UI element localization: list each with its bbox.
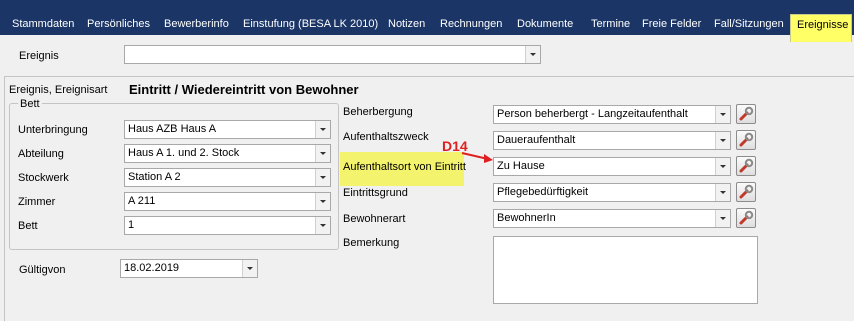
unterbringung-label: Unterbringung: [18, 124, 88, 136]
tab-dokumente[interactable]: Dokumente: [511, 14, 579, 34]
aufenthaltszweck-value: Daueraufenthalt: [497, 134, 576, 146]
chevron-down-icon[interactable]: [715, 106, 730, 123]
arrow-right-icon: [461, 152, 493, 163]
tab-stammdaten[interactable]: Stammdaten: [6, 14, 80, 34]
eintrittsgrund-value: Pflegebedürftigkeit: [497, 186, 589, 198]
chevron-down-icon[interactable]: [315, 217, 330, 234]
bemerkung-textarea[interactable]: [493, 236, 758, 304]
beherbergung-value: Person beherbergt - Langzeitaufenthalt: [497, 108, 688, 120]
eintrittsgrund-select[interactable]: Pflegebedürftigkeit: [493, 183, 731, 202]
wrench-icon[interactable]: [736, 208, 756, 228]
chevron-down-icon[interactable]: [315, 145, 330, 162]
bewohnerart-label: Bewohnerart: [343, 213, 406, 225]
beherbergung-label: Beherbergung: [343, 106, 413, 118]
wrench-icon[interactable]: [736, 104, 756, 124]
aufenthaltsort-label: Aufenthaltsort von Eintritt: [343, 161, 466, 173]
ereignis-label: Ereignis: [19, 50, 59, 62]
gueltig-value: 18.02.2019: [124, 262, 180, 274]
wrench-icon[interactable]: [736, 130, 756, 150]
chevron-down-icon[interactable]: [315, 169, 330, 186]
wrench-icon[interactable]: [736, 156, 756, 176]
eintrittsgrund-label: Eintrittsgrund: [343, 187, 408, 199]
abteilung-value: Haus A 1. und 2. Stock: [128, 147, 240, 159]
bemerkung-label: Bemerkung: [343, 237, 400, 249]
chevron-down-icon[interactable]: [525, 46, 540, 63]
beherbergung-select[interactable]: Person beherbergt - Langzeitaufenthalt: [493, 105, 731, 124]
chevron-down-icon[interactable]: [315, 121, 330, 138]
bett-group-title: Bett: [18, 98, 42, 110]
bett-value: 1: [128, 219, 135, 231]
chevron-down-icon[interactable]: [715, 210, 730, 227]
tab-fall-sitzungen[interactable]: Fall/Sitzungen: [708, 14, 790, 34]
zimmer-label: Zimmer: [18, 196, 56, 208]
stockwerk-select[interactable]: Station A 2: [124, 168, 331, 187]
chevron-down-icon[interactable]: [715, 132, 730, 149]
abteilung-select[interactable]: Haus A 1. und 2. Stock: [124, 144, 331, 163]
tab-ereignisse[interactable]: Ereignisse: [790, 14, 852, 42]
bett-select[interactable]: 1: [124, 216, 331, 235]
tab-rechnungen[interactable]: Rechnungen: [434, 14, 508, 34]
unterbringung-value: Haus AZB Haus A: [128, 123, 217, 135]
chevron-down-icon[interactable]: [242, 260, 257, 277]
tab-termine[interactable]: Termine: [585, 14, 636, 34]
zimmer-select[interactable]: A 211: [124, 192, 331, 211]
tab-notizen[interactable]: Notizen: [382, 14, 431, 34]
chevron-down-icon[interactable]: [715, 184, 730, 201]
aufenthaltsort-value: Zu Hause: [497, 160, 545, 172]
stockwerk-label: Stockwerk: [18, 172, 69, 184]
tab-bewerberinfo[interactable]: Bewerberinfo: [158, 14, 235, 34]
zimmer-value: A 211: [128, 195, 156, 207]
stockwerk-value: Station A 2: [128, 171, 181, 183]
aufenthaltsort-select[interactable]: Zu Hause: [493, 157, 731, 176]
gueltig-label: Gültigvon: [19, 264, 66, 276]
wrench-icon[interactable]: [736, 182, 756, 202]
ereignis-select[interactable]: [124, 45, 541, 64]
gueltig-date-field[interactable]: 18.02.2019: [120, 259, 258, 278]
section-label: Ereignis, Ereignisart: [9, 84, 108, 96]
section-title: Eintritt / Wiedereintritt von Bewohner: [129, 82, 359, 97]
tab-persoenliches[interactable]: Persönliches: [81, 14, 156, 34]
aufenthaltszweck-label: Aufenthaltszweck: [343, 131, 429, 143]
abteilung-label: Abteilung: [18, 148, 64, 160]
unterbringung-select[interactable]: Haus AZB Haus A: [124, 120, 331, 139]
tab-einstufung[interactable]: Einstufung (BESA LK 2010): [237, 14, 384, 34]
tab-freie-felder[interactable]: Freie Felder: [636, 14, 707, 34]
bewohnerart-select[interactable]: BewohnerIn: [493, 209, 731, 228]
chevron-down-icon[interactable]: [315, 193, 330, 210]
aufenthaltszweck-select[interactable]: Daueraufenthalt: [493, 131, 731, 150]
chevron-down-icon[interactable]: [715, 158, 730, 175]
bewohnerart-value: BewohnerIn: [497, 212, 556, 224]
bett-label: Bett: [18, 220, 38, 232]
